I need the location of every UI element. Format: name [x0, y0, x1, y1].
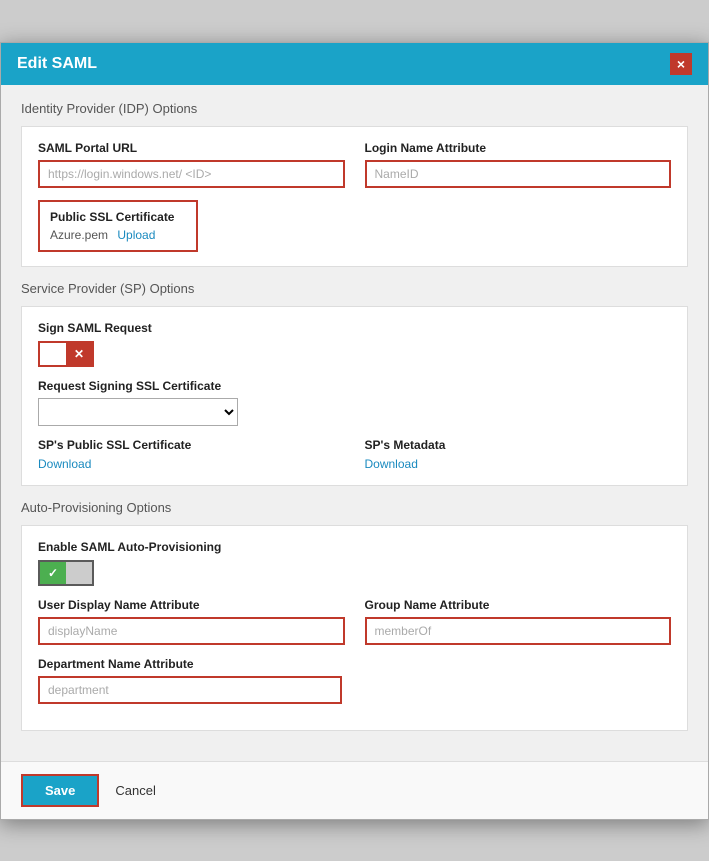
idp-section-title: Identity Provider (IDP) Options	[21, 101, 688, 116]
edit-saml-modal: Edit SAML × Identity Provider (IDP) Opti…	[0, 42, 709, 820]
sign-saml-section: Sign SAML Request ✕	[38, 321, 671, 367]
login-attr-input[interactable]	[365, 160, 672, 188]
attr-row-2: Department Name Attribute	[38, 657, 671, 704]
idp-section-box: SAML Portal URL Login Name Attribute Pub…	[21, 126, 688, 267]
user-display-group: User Display Name Attribute	[38, 598, 345, 645]
saml-url-input[interactable]	[38, 160, 345, 188]
enable-auto-prov-toggle[interactable]: ✓	[38, 560, 94, 586]
toggle-off-part	[40, 343, 66, 365]
enable-auto-prov-section: Enable SAML Auto-Provisioning ✓	[38, 540, 671, 586]
sp-section-title: Service Provider (SP) Options	[21, 281, 688, 296]
ssl-cert-info: Azure.pem Upload	[50, 228, 186, 242]
sp-metadata-download-link[interactable]: Download	[365, 457, 418, 471]
sp-certs-row: SP's Public SSL Certificate Download SP'…	[38, 438, 671, 471]
login-attr-group: Login Name Attribute	[365, 141, 672, 188]
sp-ssl-cert-col: SP's Public SSL Certificate Download	[38, 438, 345, 471]
cancel-button[interactable]: Cancel	[115, 783, 155, 798]
save-button[interactable]: Save	[21, 774, 99, 807]
toggle-green-off-part	[66, 562, 92, 584]
ssl-cert-box: Public SSL Certificate Azure.pem Upload	[38, 200, 198, 252]
group-name-label: Group Name Attribute	[365, 598, 672, 612]
toggle-green-on-part: ✓	[40, 562, 66, 584]
dept-name-group: Department Name Attribute	[38, 657, 342, 704]
ssl-cert-filename: Azure.pem	[50, 228, 108, 242]
request-signing-label: Request Signing SSL Certificate	[38, 379, 671, 393]
sp-ssl-download-link[interactable]: Download	[38, 457, 91, 471]
user-display-label: User Display Name Attribute	[38, 598, 345, 612]
group-name-group: Group Name Attribute	[365, 598, 672, 645]
modal-title: Edit SAML	[17, 55, 97, 73]
dept-name-label: Department Name Attribute	[38, 657, 342, 671]
request-signing-group: Request Signing SSL Certificate	[38, 379, 671, 426]
modal-header: Edit SAML ×	[1, 43, 708, 85]
enable-auto-prov-label: Enable SAML Auto-Provisioning	[38, 540, 671, 554]
attr-row-1: User Display Name Attribute Group Name A…	[38, 598, 671, 645]
sp-ssl-label: SP's Public SSL Certificate	[38, 438, 345, 452]
modal-footer: Save Cancel	[1, 761, 708, 819]
sign-saml-toggle[interactable]: ✕	[38, 341, 94, 367]
saml-url-label: SAML Portal URL	[38, 141, 345, 155]
sp-metadata-label: SP's Metadata	[365, 438, 672, 452]
modal-body: Identity Provider (IDP) Options SAML Por…	[1, 85, 708, 761]
ssl-cert-label: Public SSL Certificate	[50, 210, 186, 224]
toggle-on-part: ✕	[66, 343, 92, 365]
login-attr-label: Login Name Attribute	[365, 141, 672, 155]
sign-saml-label: Sign SAML Request	[38, 321, 671, 335]
user-display-input[interactable]	[38, 617, 345, 645]
saml-url-group: SAML Portal URL	[38, 141, 345, 188]
sp-section-box: Sign SAML Request ✕ Request Signing SSL …	[21, 306, 688, 486]
auto-prov-box: Enable SAML Auto-Provisioning ✓ User Dis…	[21, 525, 688, 731]
idp-top-row: SAML Portal URL Login Name Attribute	[38, 141, 671, 188]
sp-metadata-col: SP's Metadata Download	[365, 438, 672, 471]
request-signing-select[interactable]	[38, 398, 238, 426]
close-button[interactable]: ×	[670, 53, 692, 75]
auto-prov-title: Auto-Provisioning Options	[21, 500, 688, 515]
dept-name-input[interactable]	[38, 676, 342, 704]
group-name-input[interactable]	[365, 617, 672, 645]
ssl-cert-upload-link[interactable]: Upload	[117, 228, 155, 242]
